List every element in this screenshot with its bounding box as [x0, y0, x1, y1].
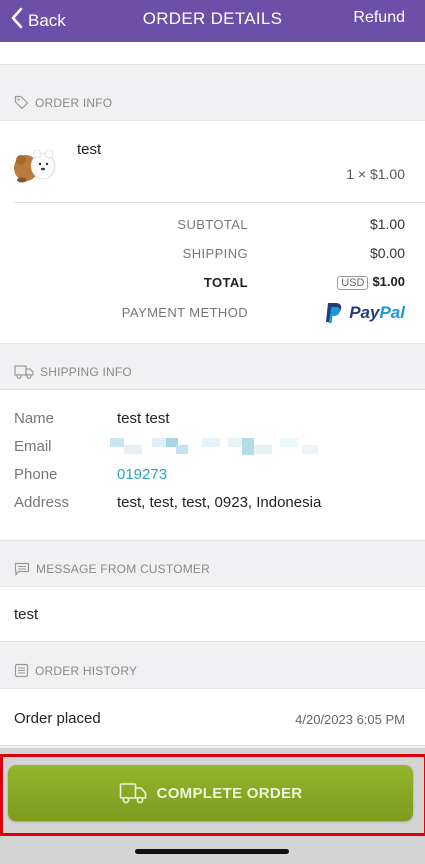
total-label: TOTAL: [203, 275, 248, 290]
back-label: Back: [28, 10, 66, 30]
name-label: Name: [14, 410, 55, 427]
history-date: 4/20/2023 6:05 PM: [295, 712, 405, 727]
home-indicator[interactable]: [135, 849, 289, 854]
subtotal-label: SUBTOTAL: [177, 217, 248, 232]
history-heading: ORDER HISTORY: [35, 664, 138, 678]
message-heading: MESSAGE FROM CUSTOMER: [36, 562, 210, 576]
history-event: Order placed: [14, 710, 101, 727]
phone-label: Phone: [14, 466, 58, 483]
order-info-header: ORDER INFO: [0, 75, 425, 121]
payment-method-label: PAYMENT METHOD: [121, 305, 248, 320]
history-card: Order placed 4/20/2023 6:05 PM: [0, 689, 425, 746]
total-value-group: USD $1.00: [337, 273, 405, 290]
email-value-redacted[interactable]: [110, 436, 332, 456]
top-strip: [0, 42, 425, 65]
paypal-icon: [326, 303, 342, 323]
truck-icon: [14, 364, 34, 379]
order-info-heading: ORDER INFO: [35, 96, 113, 110]
customer-message: test: [14, 606, 39, 623]
delivery-truck-icon: [119, 782, 147, 804]
back-button[interactable]: Back: [10, 7, 66, 34]
paypal-logo: PayPal: [324, 302, 405, 324]
paypal-wordmark: PayPal: [349, 303, 405, 322]
total-value: $1.00: [372, 274, 405, 289]
message-header: MESSAGE FROM CUSTOMER: [0, 541, 425, 587]
order-info-card: test 1 × $1.00 SUBTOTAL $1.00 SHIPPING $…: [0, 121, 425, 344]
list-icon: [14, 663, 29, 678]
address-label: Address: [14, 494, 70, 511]
shipping-info-card: Name test test Email Phone 019273 Addres…: [0, 390, 425, 541]
message-card: test: [0, 587, 425, 642]
complete-order-label: COMPLETE ORDER: [156, 784, 303, 802]
shipping-value: $0.00: [369, 245, 405, 261]
currency-badge: USD: [337, 276, 369, 290]
shipping-info-header: SHIPPING INFO: [0, 344, 425, 390]
shipping-info-heading: SHIPPING INFO: [40, 365, 132, 379]
message-icon: [14, 562, 30, 576]
subtotal-value: $1.00: [369, 216, 405, 232]
phone-link[interactable]: 019273: [117, 466, 167, 483]
chevron-left-icon: [10, 7, 24, 34]
address-value: test, test, test, 0923, Indonesia: [117, 494, 322, 511]
name-value: test test: [117, 410, 170, 427]
product-qty-price: 1 × $1.00: [346, 166, 405, 182]
nav-bar: Back ORDER DETAILS Refund: [0, 0, 425, 42]
product-name[interactable]: test: [77, 141, 101, 158]
email-label: Email: [14, 438, 52, 455]
refund-button[interactable]: Refund: [353, 9, 405, 27]
shipping-label: SHIPPING: [182, 246, 248, 261]
product-thumbnail[interactable]: [12, 144, 60, 184]
complete-order-button[interactable]: COMPLETE ORDER: [8, 765, 413, 821]
divider: [14, 202, 425, 203]
history-header: ORDER HISTORY: [0, 643, 425, 689]
tag-icon: [14, 95, 29, 110]
